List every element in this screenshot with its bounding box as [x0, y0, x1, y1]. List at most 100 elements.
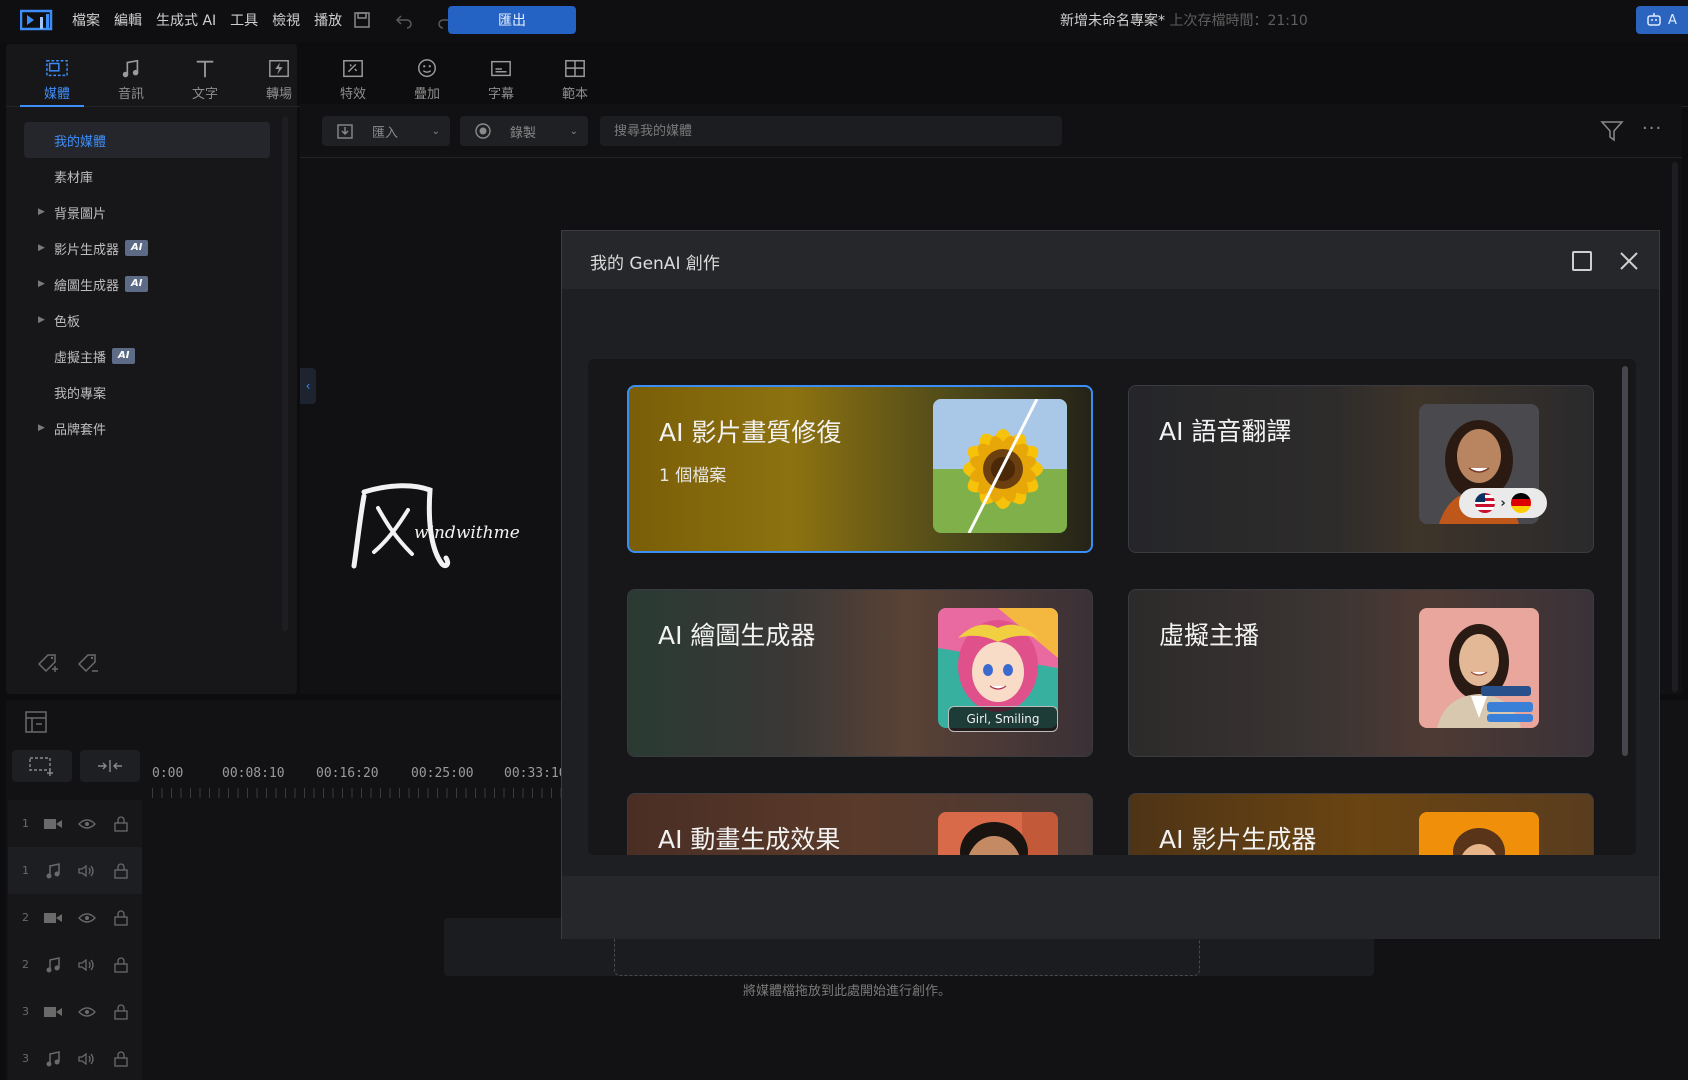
tree-item-label: 虛擬主播 — [54, 350, 107, 366]
library-scrollbar[interactable] — [282, 116, 288, 631]
card-title: AI 影片畫質修復 — [659, 418, 842, 447]
tree-item-stock-library[interactable]: 素材庫 — [24, 158, 270, 194]
menu-view[interactable]: 檢視 — [272, 10, 300, 30]
import-button[interactable]: 匯入 ⌄ — [322, 116, 450, 146]
tab-overlay[interactable]: 疊加 — [390, 52, 464, 102]
menu-edit[interactable]: 編輯 — [114, 10, 142, 30]
remove-tag-icon[interactable] — [76, 652, 102, 674]
sticker-icon — [418, 59, 436, 78]
fit-width-icon — [98, 760, 122, 772]
tab-label: 媒體 — [43, 87, 70, 102]
windwithme-watermark: windwithme — [351, 483, 520, 569]
speaker-icon[interactable] — [70, 958, 104, 972]
card-title: AI 影片生成器 — [1159, 825, 1317, 854]
expand-arrow-icon[interactable]: ▶ — [38, 243, 45, 253]
menu-tools[interactable]: 工具 — [230, 10, 258, 30]
media-scrollbar[interactable] — [1672, 162, 1678, 692]
track-audio-1[interactable]: 1 — [8, 847, 142, 894]
more-options-icon[interactable]: ··· — [1642, 118, 1662, 139]
sunflower-thumbnail — [933, 399, 1067, 533]
fit-timeline-button[interactable] — [80, 750, 140, 782]
lock-icon[interactable] — [104, 815, 138, 832]
card-ai-image-generator[interactable]: AI 繪圖生成器 Girl, Smiling — [627, 589, 1093, 757]
tag-tools — [36, 652, 102, 674]
tree-item-my-projects[interactable]: 我的專案 — [24, 374, 270, 410]
expand-arrow-icon[interactable]: ▶ — [38, 207, 45, 217]
genai-creations-dialog: 我的 GenAI 創作 AI 影片畫質修復 1 個檔案 AI 語音翻譯 › AI… — [561, 230, 1660, 939]
tree-item-my-media[interactable]: 我的媒體 — [24, 122, 270, 158]
card-ai-video-enhancement[interactable]: AI 影片畫質修復 1 個檔案 — [627, 385, 1093, 553]
tree-item-label: 素材庫 — [54, 170, 94, 186]
menu-file[interactable]: 檔案 — [72, 10, 100, 30]
dialog-header: 我的 GenAI 創作 — [562, 231, 1659, 289]
menu-play[interactable]: 播放 — [314, 10, 342, 30]
speaker-icon[interactable] — [70, 1052, 104, 1066]
library-panel: 媒體 音訊 文字 轉場 特效 疊加 字幕 範本 我的媒體 素材庫 ▶ 背景圖片 … — [6, 44, 1688, 694]
card-ai-video-generator[interactable]: AI 影片生成器 — [1128, 793, 1594, 855]
german-flag-icon — [1510, 493, 1531, 513]
track-video-1[interactable]: 1 — [8, 800, 142, 847]
tree-item-image-generator[interactable]: ▶ 繪圖生成器 AI — [24, 266, 270, 302]
tab-media[interactable]: 媒體 — [20, 52, 94, 102]
export-button[interactable]: 匯出 — [448, 6, 576, 34]
anchor-portrait-thumbnail — [1419, 608, 1539, 728]
track-video-2[interactable]: 2 — [8, 894, 142, 941]
add-track-button[interactable] — [12, 750, 72, 782]
search-input[interactable] — [600, 116, 1062, 146]
eye-icon[interactable] — [70, 912, 104, 924]
lock-icon[interactable] — [104, 1050, 138, 1067]
collapse-panel-button[interactable]: ‹ — [300, 368, 316, 404]
expand-arrow-icon[interactable]: ▶ — [38, 423, 45, 433]
lock-icon[interactable] — [104, 1003, 138, 1020]
chevron-down-icon[interactable]: ⌄ — [570, 126, 578, 137]
undo-icon[interactable] — [392, 8, 416, 32]
card-file-count: 1 個檔案 — [659, 466, 727, 486]
ai-assistant-button[interactable]: A — [1636, 6, 1688, 34]
eye-icon[interactable] — [70, 1006, 104, 1018]
card-virtual-anchor[interactable]: 虛擬主播 — [1128, 589, 1594, 757]
top-menu-bar: 檔案 編輯 生成式 AI 工具 檢視 播放 匯出 新增未命名專案* 上次存檔時間… — [0, 0, 1688, 42]
import-label: 匯入 — [372, 125, 399, 141]
record-button[interactable]: 錄製 ⌄ — [460, 116, 588, 146]
music-note-icon — [122, 59, 139, 78]
prompt-caption: Girl, Smiling — [948, 706, 1058, 732]
expand-arrow-icon[interactable]: ▶ — [38, 279, 45, 289]
tree-item-label: 繪圖生成器 — [54, 278, 120, 294]
speaker-icon[interactable] — [70, 864, 104, 878]
chevron-down-icon[interactable]: ⌄ — [432, 126, 440, 137]
tree-item-backgrounds[interactable]: ▶ 背景圖片 — [24, 194, 270, 230]
tree-item-virtual-anchor[interactable]: 虛擬主播 AI — [24, 338, 270, 374]
track-number: 3 — [22, 1052, 29, 1065]
tab-effects[interactable]: 特效 — [316, 52, 390, 102]
lock-icon[interactable] — [104, 956, 138, 973]
tab-text[interactable]: 文字 — [168, 52, 242, 102]
save-icon[interactable] — [350, 8, 374, 32]
card-ai-voice-translation[interactable]: AI 語音翻譯 › — [1128, 385, 1594, 553]
tree-item-brand-kit[interactable]: ▶ 品牌套件 — [24, 410, 270, 446]
tab-audio[interactable]: 音訊 — [94, 52, 168, 102]
card-title: AI 繪圖生成器 — [658, 621, 816, 650]
project-name: 新增未命名專案* — [1060, 13, 1165, 29]
add-tag-icon[interactable] — [36, 652, 62, 674]
card-title: 虛擬主播 — [1159, 621, 1260, 650]
filter-icon[interactable] — [1600, 120, 1624, 142]
lock-icon[interactable] — [104, 909, 138, 926]
expand-arrow-icon[interactable]: ▶ — [38, 315, 45, 325]
menu-genai[interactable]: 生成式 AI — [156, 10, 216, 30]
maximize-icon[interactable] — [1572, 251, 1592, 271]
dialog-scrollbar[interactable] — [1622, 366, 1628, 756]
watermark-text: windwithme — [414, 523, 520, 543]
timeline-view-icon[interactable] — [24, 710, 48, 734]
lock-icon[interactable] — [104, 862, 138, 879]
tab-subtitle[interactable]: 字幕 — [464, 52, 538, 102]
tree-item-color-board[interactable]: ▶ 色板 — [24, 302, 270, 338]
library-tree: 我的媒體 素材庫 ▶ 背景圖片 ▶ 影片生成器 AI ▶ 繪圖生成器 AI ▶ 色板 虛擬主… — [24, 122, 270, 446]
tree-item-video-generator[interactable]: ▶ 影片生成器 AI — [24, 230, 270, 266]
genai-card-grid: AI 影片畫質修復 1 個檔案 AI 語音翻譯 › AI 繪圖生成器 Girl,… — [588, 359, 1636, 855]
track-audio-3[interactable]: 3 — [8, 1035, 142, 1080]
eye-icon[interactable] — [70, 818, 104, 830]
close-icon[interactable] — [1617, 249, 1641, 273]
card-ai-animation-effects[interactable]: AI 動畫生成效果 — [627, 793, 1093, 855]
tab-template[interactable]: 範本 — [538, 52, 612, 102]
tab-transition[interactable]: 轉場 — [242, 52, 316, 102]
